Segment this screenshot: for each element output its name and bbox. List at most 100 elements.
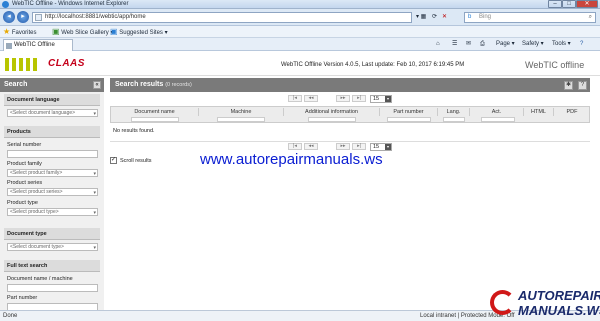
- refresh-icon[interactable]: ⟳: [432, 12, 437, 23]
- col-act[interactable]: Act.: [470, 108, 524, 116]
- url-input[interactable]: http://localhost:8881/webtic/app/home: [32, 12, 412, 23]
- minimize-button[interactable]: –: [548, 0, 562, 8]
- page-content: CLAAS WebTIC Offline Version 4.0.5, Last…: [0, 51, 600, 311]
- col-additional-info[interactable]: Additional information: [284, 108, 380, 116]
- scroll-checkbox[interactable]: ✓: [110, 157, 117, 165]
- results-count: (0 records): [165, 82, 192, 88]
- results-header: Search results (0 records) ✱ ?: [110, 78, 590, 92]
- maximize-button[interactable]: □: [562, 0, 576, 8]
- chevron-down-icon: ▾: [93, 111, 96, 117]
- home-icon[interactable]: ⌂: [436, 40, 440, 49]
- filter-additional-info[interactable]: [308, 117, 356, 122]
- col-lang[interactable]: Lang.: [438, 108, 470, 116]
- doc-language-select[interactable]: <Select document language> ▾: [7, 109, 98, 117]
- last-page-button[interactable]: ▸|: [352, 143, 366, 150]
- help-button[interactable]: ?: [578, 81, 587, 90]
- results-panel: Search results (0 records) ✱ ? |◂ ◂◂ ▸▸ …: [110, 78, 590, 310]
- scroll-label: Scroll results: [120, 158, 152, 164]
- forward-button[interactable]: ▸: [17, 11, 29, 23]
- prev-page-button[interactable]: ◂◂: [304, 143, 318, 150]
- last-page-button[interactable]: ▸|: [352, 95, 366, 102]
- prev-page-button[interactable]: ◂◂: [304, 95, 318, 102]
- first-page-button[interactable]: |◂: [288, 143, 302, 150]
- web-slice-icon: ▣: [52, 27, 60, 36]
- chevron-down-icon: ▾: [93, 190, 96, 196]
- family-label: Product family: [7, 161, 42, 167]
- help-icon[interactable]: ?: [580, 40, 583, 49]
- results-table-header: Document name Machine Additional informa…: [110, 106, 590, 123]
- filter-machine[interactable]: [217, 117, 265, 122]
- tab-favicon: [6, 43, 12, 49]
- series-select[interactable]: <Select product series> ▾: [7, 188, 98, 196]
- filter-lang[interactable]: [443, 117, 465, 122]
- brand-logo: CLAAS: [48, 58, 85, 69]
- part-label: Part number: [7, 295, 38, 301]
- search-input[interactable]: b Bing ⌕: [464, 12, 596, 23]
- favorites-button[interactable]: ★ Favorites: [3, 28, 37, 37]
- page-icon: [35, 14, 42, 21]
- fav-item-label: Suggested Sites ▾: [119, 30, 168, 36]
- select-value: <Select document language>: [10, 110, 76, 116]
- doc-type-select[interactable]: <Select document type> ▾: [7, 243, 98, 251]
- page-size-select[interactable]: 15 ▾: [370, 143, 392, 151]
- collapse-button[interactable]: «: [93, 81, 101, 89]
- ie-icon: [2, 1, 9, 8]
- scroll-results-option[interactable]: ✓ Scroll results: [110, 157, 151, 165]
- sidebar-header: Search «: [0, 78, 104, 92]
- next-page-button[interactable]: ▸▸: [336, 143, 350, 150]
- tab-webtic[interactable]: WebTIC Offline: [3, 39, 73, 51]
- first-page-button[interactable]: |◂: [288, 95, 302, 102]
- next-page-button[interactable]: ▸▸: [336, 95, 350, 102]
- fav-suggested-sites[interactable]: ▣ Suggested Sites ▾: [110, 28, 168, 37]
- search-icon[interactable]: ⌕: [589, 13, 592, 22]
- chevron-down-icon: ▾: [93, 171, 96, 177]
- pager-bottom: |◂ ◂◂ ▸▸ ▸| 15 ▾: [110, 141, 590, 151]
- family-select[interactable]: <Select product family> ▾: [7, 169, 98, 177]
- page-size-select[interactable]: 15 ▾: [370, 95, 392, 103]
- col-document-name[interactable]: Document name: [111, 108, 199, 116]
- window-title-bar: WebTIC Offline - Windows Internet Explor…: [0, 0, 600, 9]
- page-menu[interactable]: Page ▾: [496, 40, 515, 49]
- section-doc-language: Document language: [4, 94, 100, 106]
- back-button[interactable]: ◂: [3, 11, 15, 23]
- fav-item-label: Web Slice Gallery ▾: [61, 30, 114, 36]
- settings-icon[interactable]: ✱: [564, 81, 573, 90]
- section-products: Products: [4, 126, 100, 138]
- safety-menu[interactable]: Safety ▾: [522, 40, 544, 49]
- logo-line1: AUTOREPAIR: [518, 288, 600, 303]
- watermark-url: www.autorepairmanuals.ws: [200, 151, 383, 168]
- select-value: <Select product family>: [10, 170, 63, 176]
- compat-icon[interactable]: ▾ ▦: [416, 12, 426, 23]
- page-size-value: 15: [373, 144, 380, 150]
- filter-part-number[interactable]: [387, 117, 431, 122]
- select-value: <Select product series>: [10, 189, 63, 195]
- favorites-bar: ★ Favorites ▣ Web Slice Gallery ▾ ▣ Sugg…: [0, 26, 600, 38]
- close-button[interactable]: ✕: [576, 0, 598, 8]
- mail-icon[interactable]: ✉: [466, 40, 471, 49]
- print-icon[interactable]: ⎙: [480, 40, 485, 49]
- star-icon: ★: [3, 27, 11, 36]
- section-fulltext: Full text search: [4, 260, 100, 272]
- tools-menu[interactable]: Tools ▾: [552, 40, 571, 49]
- version-info: WebTIC Offline Version 4.0.5, Last updat…: [281, 62, 465, 68]
- filter-document-name[interactable]: [131, 117, 179, 122]
- stop-icon[interactable]: ✕: [442, 12, 447, 23]
- search-placeholder: Bing: [479, 14, 492, 20]
- docname-input[interactable]: [7, 284, 98, 292]
- chevron-down-icon: ▾: [93, 210, 96, 216]
- favorites-label: Favorites: [11, 30, 37, 36]
- serial-input[interactable]: [7, 150, 98, 158]
- chevron-down-icon: ▾: [385, 96, 391, 102]
- feeds-icon[interactable]: ☰: [452, 40, 457, 49]
- type-label: Product type: [7, 200, 38, 206]
- logo-line2: MANUALS.WS: [518, 303, 600, 318]
- fav-web-slice[interactable]: ▣ Web Slice Gallery ▾: [52, 28, 114, 37]
- filter-act[interactable]: [481, 117, 515, 122]
- pager-top: |◂ ◂◂ ▸▸ ▸| 15 ▾: [110, 94, 590, 104]
- type-select[interactable]: <Select product type> ▾: [7, 208, 98, 216]
- address-bar: ◂ ▸ http://localhost:8881/webtic/app/hom…: [0, 9, 600, 26]
- bing-icon: b: [468, 14, 472, 20]
- col-machine[interactable]: Machine: [199, 108, 284, 116]
- section-doc-type: Document type: [4, 228, 100, 240]
- col-part-number[interactable]: Part number: [380, 108, 438, 116]
